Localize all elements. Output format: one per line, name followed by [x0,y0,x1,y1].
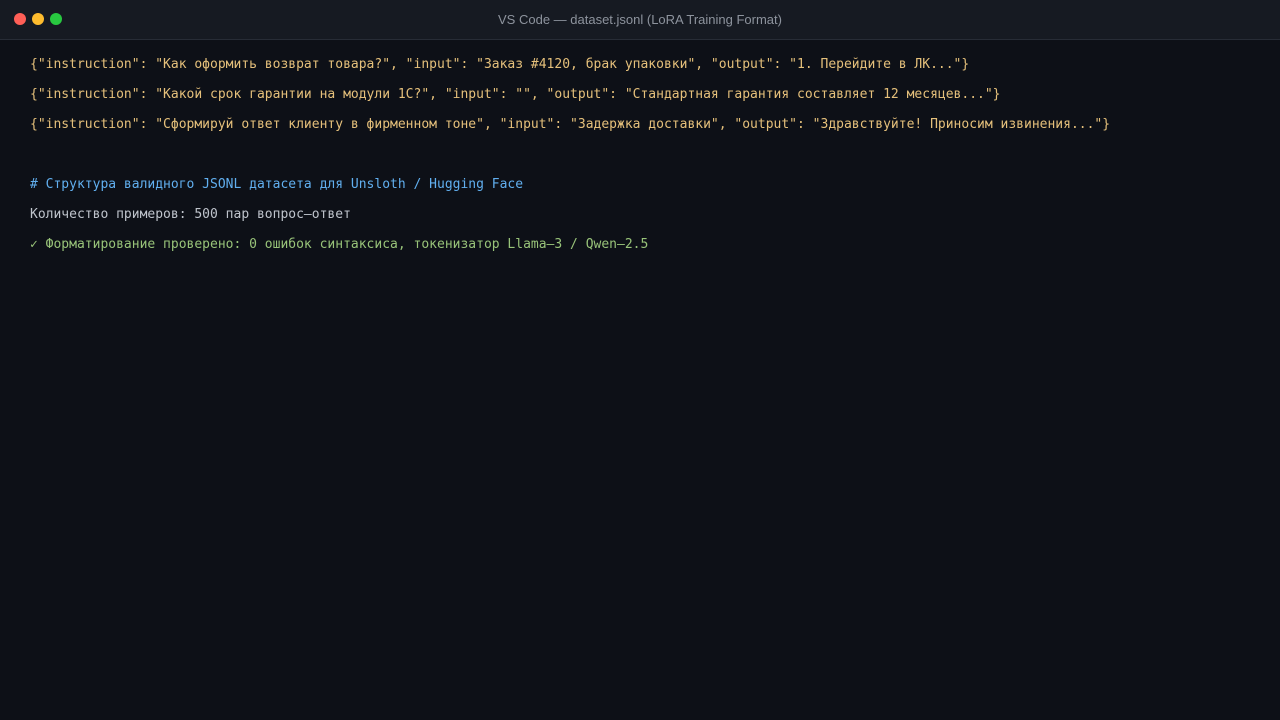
validation-status-line[interactable]: ✓ Форматирование проверено: 0 ошибок син… [30,235,648,255]
editor-window: VS Code — dataset.jsonl (LoRA Training F… [0,0,1280,720]
jsonl-record-line[interactable]: {"instruction": "Сформируй ответ клиенту… [30,115,1110,135]
jsonl-record-line[interactable]: {"instruction": "Какой срок гарантии на … [30,85,1001,105]
code-editor[interactable]: {"instruction": "Как оформить возврат то… [30,40,1260,720]
jsonl-record-line[interactable]: {"instruction": "Как оформить возврат то… [30,55,969,75]
window-title: VS Code — dataset.jsonl (LoRA Training F… [498,12,782,27]
comment-line[interactable]: # Структура валидного JSONL датасета для… [30,175,523,195]
example-count-line[interactable]: Количество примеров: 500 пар вопрос–отве… [30,205,351,225]
title-bar: VS Code — dataset.jsonl (LoRA Training F… [0,0,1280,40]
